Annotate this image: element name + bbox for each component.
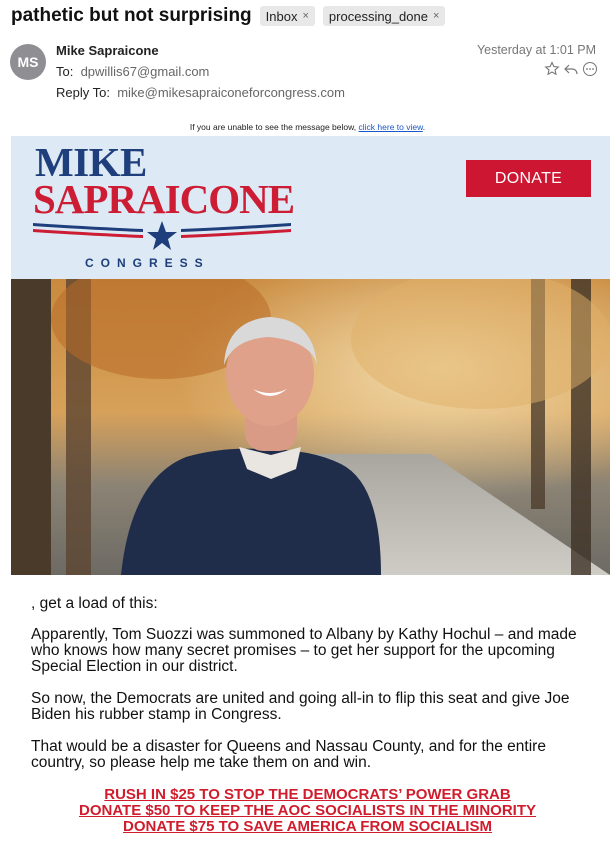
tag-remove-icon[interactable]: × [302, 10, 308, 22]
paragraph-3: That would be a disaster for Queens and … [31, 738, 546, 771]
paragraph-1: Apparently, Tom Suozzi was summoned to A… [31, 626, 577, 675]
to-address[interactable]: dpwillis67@gmail.com [81, 64, 210, 79]
reply-to-address[interactable]: mike@mikesapraiconeforcongress.com [117, 85, 345, 100]
reply-to-label: Reply To: [56, 85, 110, 100]
email-subject: pathetic but not surprising [11, 5, 252, 26]
logo-last-name: SAPRAICONE [33, 176, 295, 222]
paragraph-greeting: , get a load of this: [31, 595, 158, 612]
reply-to-row: Reply To: mike@mikesapraiconeforcongress… [56, 85, 345, 100]
donate-link-75[interactable]: DONATE $75 TO SAVE AMERICA FROM SOCIALIS… [0, 818, 615, 836]
candidate-photo [11, 279, 610, 575]
tag-label: Inbox [265, 8, 298, 24]
tag-inbox[interactable]: Inbox × [259, 6, 315, 26]
email-subject-bar: pathetic but not surprising Inbox × proce… [11, 5, 446, 27]
view-note-end: . [422, 122, 426, 132]
reply-icon[interactable] [563, 61, 579, 77]
view-online-link[interactable]: click here to view [359, 122, 423, 132]
view-online-note: If you are unable to see the message bel… [0, 122, 615, 132]
logo-star-stripes-icon [33, 221, 291, 250]
donate-button[interactable]: DONATE [466, 160, 591, 197]
view-note-text: If you are unable to see the message bel… [189, 122, 359, 132]
tag-processing-done[interactable]: processing_done × [322, 6, 446, 26]
to-label: To: [56, 64, 74, 79]
more-icon[interactable] [582, 61, 598, 77]
logo-congress-text: CONGRESS [85, 256, 210, 270]
sender-name[interactable]: Mike Sapraicone [56, 43, 159, 58]
star-icon[interactable] [544, 61, 560, 77]
email-date: Yesterday at 1:01 PM [476, 43, 596, 57]
to-row: To: dpwillis67@gmail.com [56, 64, 209, 79]
message-actions [544, 61, 598, 77]
tag-remove-icon[interactable]: × [433, 10, 439, 22]
campaign-banner: MIKE SAPRAICONE CONGRESS DONATE [11, 136, 610, 279]
tag-label: processing_done [328, 8, 428, 24]
paragraph-2: So now, the Democrats are united and goi… [31, 690, 570, 723]
avatar: MS [10, 44, 46, 80]
